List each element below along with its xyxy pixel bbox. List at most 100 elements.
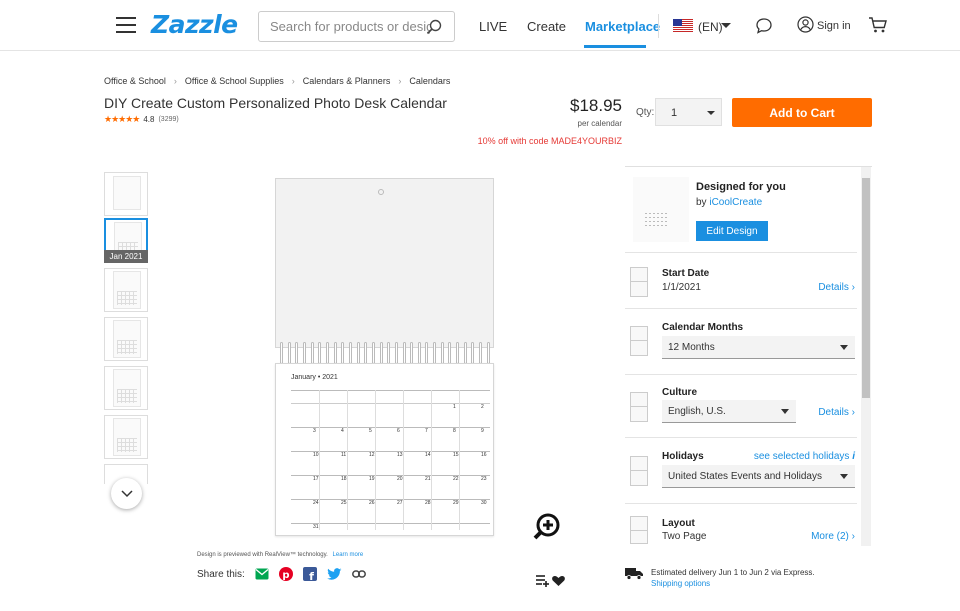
see-selected-holidays-link[interactable]: see selected holidays i — [754, 451, 855, 462]
chevron-right-icon: › — [398, 76, 402, 86]
thumbnail-page[interactable] — [104, 268, 148, 312]
share-label: Share this: — [197, 568, 245, 580]
email-icon[interactable] — [255, 568, 269, 580]
chevron-right-icon: › — [291, 76, 295, 86]
edit-design-button[interactable]: Edit Design — [696, 221, 768, 241]
delivery-info: Estimated delivery Jun 1 to Jun 2 via Ex… — [625, 567, 815, 589]
calendar-day-number: 8 — [453, 428, 456, 434]
thumbnail-cover[interactable] — [104, 172, 148, 216]
learn-more-link[interactable]: Learn more — [333, 552, 364, 558]
calendar-day-number: 18 — [341, 476, 347, 482]
culture-select[interactable]: English, U.S. — [662, 400, 796, 423]
calendar-bottom-page: January • 2021 1 2 3 4 5 6 7 8 9 10 11 12 13 14 15 16 17… — [275, 363, 494, 536]
quantity-select[interactable]: 1 — [655, 98, 722, 126]
zoom-in-icon[interactable] — [533, 513, 561, 541]
thumbnail-image — [113, 271, 141, 309]
rating-value: 4.8 — [143, 115, 155, 124]
thumbnail-image — [113, 176, 141, 210]
culture-value: English, U.S. — [668, 406, 726, 417]
start-date-value: 1/1/2021 — [662, 282, 701, 293]
calendar-months-value: 12 Months — [668, 342, 715, 353]
cart-icon[interactable] — [868, 16, 888, 34]
calendar-months-select[interactable]: 12 Months — [662, 336, 855, 359]
holidays-select[interactable]: United States Events and Holidays — [662, 465, 855, 488]
twitter-icon[interactable] — [326, 567, 342, 581]
calendar-grid: 1 2 3 4 5 6 7 8 9 10 11 12 13 14 15 16 17 18 19 20 21 22 23 24 2… — [291, 390, 490, 530]
zazzle-logo[interactable]: Zazzle — [151, 10, 238, 39]
realview-text: Design is previewed with RealView™ techn… — [197, 552, 328, 558]
star-rating-icon: ★★★★★ — [104, 114, 140, 124]
product-title: DIY Create Custom Personalized Photo Des… — [104, 95, 447, 111]
calendar-day-number: 13 — [397, 452, 403, 458]
thumbnail-page[interactable] — [104, 415, 148, 459]
chevron-down-icon[interactable] — [721, 23, 731, 28]
nav-marketplace[interactable]: Marketplace — [585, 19, 660, 34]
chevron-down-icon — [840, 345, 848, 350]
sign-in-link[interactable]: Sign in — [817, 20, 851, 32]
calendar-day-number: 25 — [341, 500, 347, 506]
breadcrumb-item[interactable]: Calendars & Planners — [303, 76, 391, 86]
calendar-day-number: 28 — [425, 500, 431, 506]
calendar-page-icon — [630, 392, 648, 422]
nav-live[interactable]: LIVE — [479, 19, 507, 34]
layout-more-link[interactable]: More (2) › — [811, 531, 855, 542]
qty-label: Qty: — [636, 107, 655, 118]
layout-value: Two Page — [662, 531, 707, 542]
product-rating[interactable]: ★★★★★ 4.8 (3299) — [104, 114, 179, 125]
add-to-list-heart-icon[interactable] — [535, 573, 567, 587]
thumbnail-page[interactable] — [104, 366, 148, 410]
breadcrumb: Office & School › Office & School Suppli… — [104, 76, 450, 86]
delivery-text-block: Estimated delivery Jun 1 to Jun 2 via Ex… — [651, 567, 815, 589]
calendar-day-number: 9 — [481, 428, 484, 434]
calendar-day-number: 15 — [453, 452, 459, 458]
product-price: $18.95 — [570, 96, 622, 115]
calendar-day-number: 29 — [453, 500, 459, 506]
start-date-title: Start Date — [662, 268, 710, 279]
culture-option: Culture English, U.S. Details › — [625, 375, 857, 438]
calendar-day-number: 10 — [313, 452, 319, 458]
holidays-value: United States Events and Holidays — [668, 471, 822, 482]
chat-icon[interactable] — [755, 17, 773, 35]
start-date-details-link[interactable]: Details › — [818, 282, 855, 293]
customization-panel: Designed for you by iCoolCreate Edit Des… — [625, 166, 872, 546]
calendar-day-number: 5 — [369, 428, 372, 434]
thumbnails-scroll-down-button[interactable] — [111, 478, 142, 509]
us-flag-icon[interactable] — [673, 19, 693, 32]
calendar-page-icon — [630, 456, 648, 486]
search-icon[interactable] — [426, 19, 442, 35]
designer-byline: by iCoolCreate — [696, 197, 762, 208]
thumbnail-page[interactable] — [104, 317, 148, 361]
thumbnail-label: Jan 2021 — [104, 250, 148, 263]
language-selector[interactable]: (EN) — [698, 20, 723, 34]
site-header: Zazzle LIVE Create Marketplace (EN) Sign… — [0, 0, 960, 51]
chevron-down-icon — [707, 111, 715, 115]
breadcrumb-item[interactable]: Calendars — [409, 76, 450, 86]
review-count[interactable]: (3299) — [158, 116, 178, 123]
breadcrumb-item[interactable]: Office & School Supplies — [185, 76, 284, 86]
menu-icon[interactable] — [116, 17, 136, 33]
share-bar: Share this: p f — [197, 567, 366, 581]
designer-link[interactable]: iCoolCreate — [709, 197, 762, 208]
nav-create[interactable]: Create — [527, 19, 566, 34]
breadcrumb-item[interactable]: Office & School — [104, 76, 166, 86]
pinterest-icon[interactable]: p — [278, 567, 293, 581]
culture-details-link[interactable]: Details › — [818, 407, 855, 418]
add-to-cart-button[interactable]: Add to Cart — [732, 98, 872, 127]
holidays-title: Holidays — [662, 451, 704, 462]
calendar-months-title: Calendar Months — [662, 322, 744, 333]
price-unit: per calendar — [577, 119, 622, 128]
calendar-day-number: 6 — [397, 428, 400, 434]
user-icon[interactable] — [797, 16, 814, 33]
realview-note: Design is previewed with RealView™ techn… — [197, 552, 363, 558]
search-input[interactable] — [270, 12, 430, 41]
svg-text:p: p — [282, 570, 289, 581]
link-icon[interactable] — [351, 569, 366, 579]
design-owner-section: Designed for you by iCoolCreate Edit Des… — [625, 167, 857, 253]
calendar-page-icon — [630, 267, 648, 297]
shipping-options-link[interactable]: Shipping options — [651, 579, 710, 588]
design-thumbnail[interactable] — [633, 177, 689, 242]
calendar-top-page — [275, 178, 494, 348]
layout-title: Layout — [662, 518, 695, 529]
search-box[interactable] — [258, 11, 455, 42]
facebook-icon[interactable]: f — [302, 567, 317, 581]
